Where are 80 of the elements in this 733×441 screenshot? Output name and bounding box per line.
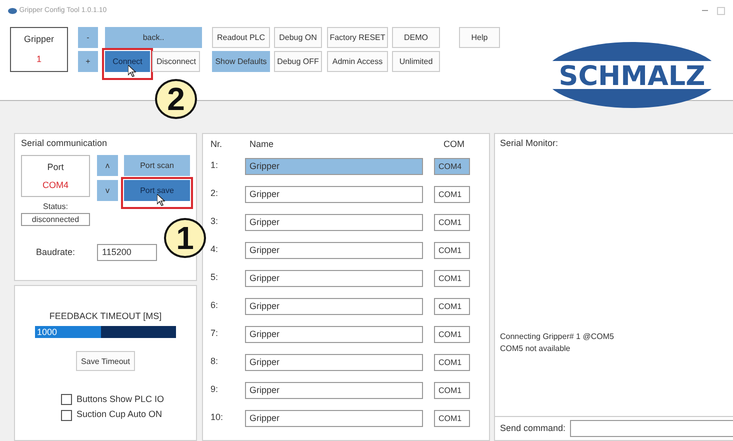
button[interactable]: Debug OFF: [274, 51, 322, 72]
highlight-frame: [121, 177, 193, 209]
button[interactable]: back..: [105, 27, 202, 48]
button[interactable]: v: [97, 180, 118, 201]
selector-value: 1: [35, 52, 42, 66]
save-timeout-button[interactable]: Save Timeout: [76, 350, 135, 371]
row-number: 2:: [210, 187, 220, 200]
status-label: Status:: [42, 201, 69, 213]
row-number: 4:: [210, 243, 220, 256]
com-field[interactable]: COM1: [434, 298, 470, 314]
button[interactable]: Admin Access: [327, 51, 388, 72]
com-field[interactable]: COM1: [434, 382, 470, 398]
name-field[interactable]: Gripper: [244, 410, 422, 426]
com-field[interactable]: COM1: [434, 214, 470, 230]
panel-title: Serial communication: [21, 137, 108, 150]
progress-value: 1000: [37, 326, 58, 338]
column-header: Name: [250, 138, 275, 151]
send-label: Send command:: [500, 422, 566, 435]
selector-label: Gripper: [22, 33, 55, 46]
logo: SCHMALZ: [543, 41, 721, 109]
button[interactable]: Port scan: [124, 155, 190, 176]
monitor-line: Connecting Gripper# 1 @COM5: [500, 331, 615, 343]
name-field[interactable]: Gripper: [244, 158, 422, 174]
name-field[interactable]: Gripper: [244, 382, 422, 398]
monitor-title: Serial Monitor:: [500, 137, 560, 150]
timeout-title: FEEDBACK TIMEOUT [MS]: [49, 310, 162, 324]
com-field[interactable]: COM1: [434, 326, 470, 342]
name-field[interactable]: Gripper: [244, 298, 422, 314]
monitor-line: COM5 not available: [500, 343, 572, 355]
row-number: 3:: [210, 215, 220, 228]
button[interactable]: Factory RESET: [327, 27, 388, 48]
row-number: 8:: [210, 355, 220, 368]
name-field[interactable]: Gripper: [244, 186, 422, 202]
row-number: 7:: [210, 327, 220, 340]
button[interactable]: Readout PLC: [212, 27, 270, 48]
callout-marker: 1: [164, 218, 206, 258]
button[interactable]: Disconnect: [152, 51, 200, 72]
cursor-icon: [157, 194, 165, 206]
status-value: disconnected: [21, 213, 90, 226]
button[interactable]: DEMO: [392, 27, 440, 48]
checkbox-label: Buttons Show PLC IO: [76, 392, 164, 406]
button[interactable]: Debug ON: [274, 27, 322, 48]
com-field[interactable]: COM4: [434, 158, 470, 174]
checkbox[interactable]: [60, 394, 72, 405]
com-field[interactable]: COM1: [434, 270, 470, 286]
button[interactable]: -: [78, 27, 98, 48]
com-field[interactable]: COM1: [434, 354, 470, 370]
com-field[interactable]: COM1: [434, 242, 470, 258]
baudrate-field[interactable]: 115200: [97, 244, 158, 261]
row-number: 1:: [210, 159, 220, 172]
button[interactable]: +: [78, 51, 98, 72]
row-number: 6:: [210, 299, 220, 312]
com-field[interactable]: COM1: [434, 410, 470, 426]
checkbox-label: Suction Cup Auto ON: [76, 408, 162, 422]
name-field[interactable]: Gripper: [244, 354, 422, 370]
button[interactable]: Unlimited: [392, 51, 440, 72]
port-value: COM4: [41, 179, 70, 192]
com-field[interactable]: COM1: [434, 186, 470, 202]
port-label: Port: [46, 161, 65, 174]
column-header: COM: [444, 138, 464, 151]
row-number: 9:: [210, 383, 220, 396]
gripper-selector[interactable]: Gripper 1: [10, 27, 68, 72]
button[interactable]: Show Defaults: [212, 51, 270, 72]
name-field[interactable]: Gripper: [244, 326, 422, 342]
cursor-icon: [128, 65, 136, 77]
button[interactable]: ʌ: [97, 155, 118, 176]
command-field[interactable]: [570, 420, 733, 437]
column-header: Nr.: [210, 138, 224, 151]
callout-marker: 2: [155, 79, 197, 119]
baudrate-label: Baudrate:: [36, 246, 76, 259]
checkbox[interactable]: [60, 410, 72, 421]
name-field[interactable]: Gripper: [244, 214, 422, 230]
maximize-icon[interactable]: [717, 7, 725, 15]
app-icon: [8, 8, 17, 14]
button[interactable]: Help: [459, 27, 500, 48]
row-number: 10:: [210, 411, 224, 424]
name-field[interactable]: Gripper: [244, 242, 422, 258]
row-number: 5:: [210, 271, 220, 284]
name-field[interactable]: Gripper: [244, 270, 422, 286]
minimize-icon[interactable]: [702, 10, 708, 12]
